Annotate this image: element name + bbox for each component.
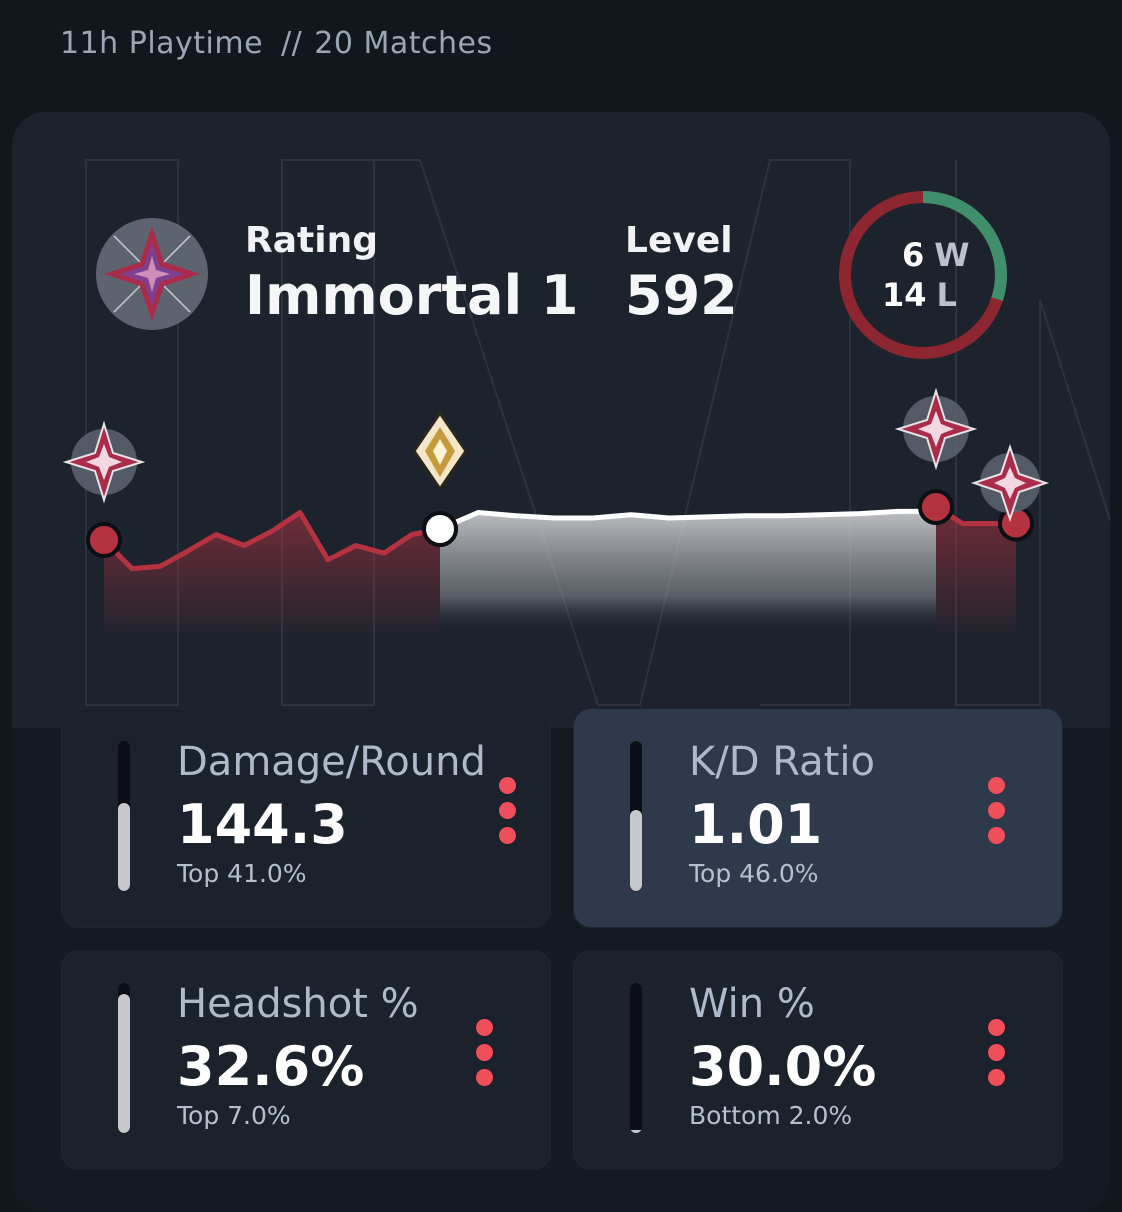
immortal-rank-icon <box>62 420 146 504</box>
stat-label: Damage/Round <box>177 739 486 785</box>
stat-card-damage-round[interactable]: Damage/Round 144.3 Top 41.0% <box>61 708 551 928</box>
stat-bar <box>118 983 130 1133</box>
stat-value: 32.6% <box>177 1035 365 1098</box>
more-options-icon[interactable] <box>984 777 1008 863</box>
stat-bar-fill <box>118 993 130 1133</box>
chart-area-segment-2 <box>440 511 936 632</box>
chart-point-segment-2-start <box>422 511 458 547</box>
stat-rank: Top 41.0% <box>177 859 307 888</box>
rank-history-chart <box>62 387 1050 632</box>
stat-rank: Bottom 2.0% <box>689 1101 853 1130</box>
stat-bar-fill <box>630 1130 642 1133</box>
stat-bar-fill <box>630 810 642 891</box>
stat-label: Headshot % <box>177 981 419 1027</box>
immortal-rank-icon <box>970 443 1050 523</box>
stat-bar <box>630 741 642 891</box>
more-options-icon[interactable] <box>984 1019 1008 1105</box>
stat-bar-fill <box>118 802 130 891</box>
stat-value: 1.01 <box>689 793 823 856</box>
stat-label: Win % <box>689 981 815 1027</box>
stat-bar <box>630 983 642 1133</box>
stat-card-kd-ratio[interactable]: K/D Ratio 1.01 Top 46.0% <box>573 708 1063 928</box>
more-options-icon[interactable] <box>472 1019 496 1105</box>
stat-rank: Top 46.0% <box>689 859 819 888</box>
stat-card-headshot[interactable]: Headshot % 32.6% Top 7.0% <box>61 950 551 1170</box>
stat-value: 30.0% <box>689 1035 877 1098</box>
chart-point-segment-1-start <box>86 522 122 558</box>
stat-card-win-percent[interactable]: Win % 30.0% Bottom 2.0% <box>573 950 1063 1170</box>
radiant-rank-icon <box>412 410 468 492</box>
immortal-rank-icon <box>894 387 978 471</box>
stat-rank: Top 7.0% <box>177 1101 291 1130</box>
more-options-icon[interactable] <box>495 777 519 863</box>
stat-bar <box>118 741 130 891</box>
stat-label: K/D Ratio <box>689 739 875 785</box>
chart-point-segment-3-start <box>918 489 954 525</box>
stat-value: 144.3 <box>177 793 348 856</box>
